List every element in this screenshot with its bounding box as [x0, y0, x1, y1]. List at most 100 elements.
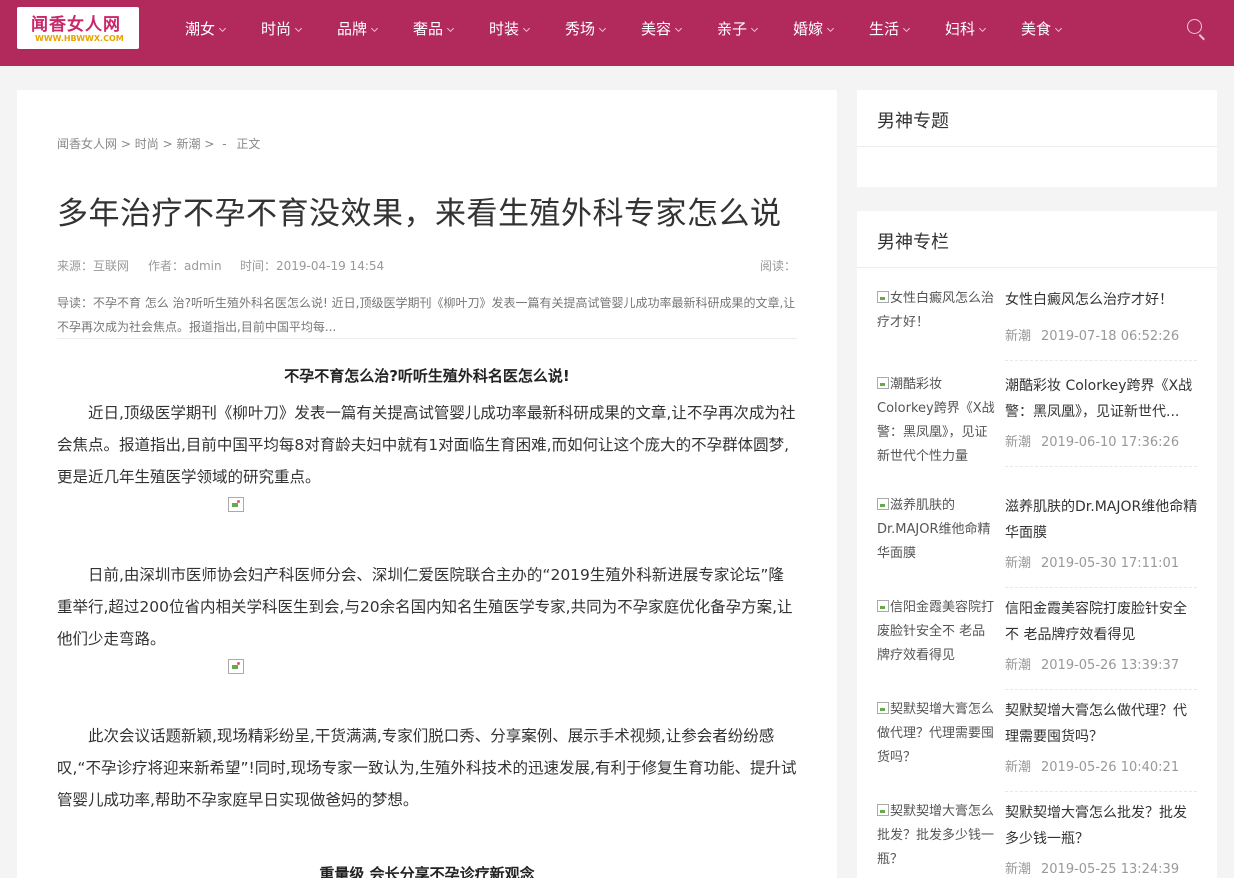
sidebar-article-thumbnail[interactable]: 契默契增大膏怎么批发？批发多少钱一瓶？ [877, 800, 997, 872]
sidebar-article-item[interactable]: 信阳金霞美容院打废脸针安全不 老品牌疗效看得见 信阳金霞美容院打废脸针安全不 老品… [877, 596, 1197, 698]
chevron-down-icon [674, 24, 683, 33]
sidebar-article-meta: 新潮 2019-05-30 17:11:01 [1005, 552, 1179, 571]
chevron-down-icon [446, 24, 455, 33]
breadcrumb-home[interactable]: 闻香女人网 [57, 137, 117, 151]
sidebar-article-item[interactable]: 潮酷彩妆 Colorkey跨界《X战警：黑凤凰》，见证新世代个性力量 潮酷彩妆 C… [877, 373, 1197, 475]
article-views: 阅读： [760, 259, 797, 273]
sidebar-article-title[interactable]: 契默契增大膏怎么批发？批发多少钱一瓶？ [1005, 800, 1200, 852]
sidebar-article-title[interactable]: 潮酷彩妆 Colorkey跨界《X战警：黑凤凰》，见证新世代... [1005, 373, 1200, 425]
breadcrumb-dash: - [222, 137, 227, 151]
broken-image-icon [228, 497, 244, 512]
nav-item[interactable]: 奢品 [413, 18, 455, 40]
nav-item[interactable]: 妇科 [945, 18, 987, 40]
sidebar-article-title[interactable]: 滋养肌肤的Dr.MAJOR维他命精华面膜 [1005, 494, 1200, 546]
sidebar-article-thumbnail[interactable]: 女性白癜风怎么治疗才好！ [877, 287, 997, 335]
broken-image-icon [877, 702, 889, 714]
sidebar-article-thumbnail[interactable]: 契默契增大膏怎么做代理？代理需要囤货吗？ [877, 698, 997, 770]
thumbnail-alt-text: 女性白癜风怎么治疗才好！ [877, 291, 995, 330]
breadcrumb-fashion[interactable]: 时尚 [135, 137, 159, 151]
article-intro: 导读：不孕不育 怎么 治?听听生殖外科名医怎么说! 近日,顶级医学期刊《柳叶刀》… [57, 296, 796, 334]
thumbnail-alt-text: 潮酷彩妆 Colorkey跨界《X战警：黑凤凰》，见证新世代个性力量 [877, 377, 995, 464]
chevron-down-icon [826, 24, 835, 33]
nav-item-label: 时装 [489, 20, 520, 38]
chevron-down-icon [294, 24, 303, 33]
sidebar-article-item[interactable]: 滋养肌肤的Dr.MAJOR维他命精华面膜 滋养肌肤的Dr.MAJOR维他命精华面膜… [877, 494, 1197, 596]
sidebar-article-category: 新潮 [1005, 760, 1032, 775]
article-author: 作者：admin [148, 259, 222, 273]
nav-item[interactable]: 品牌 [337, 18, 379, 40]
logo-text: 闻香女人网 [31, 15, 121, 35]
article-title: 多年治疗不孕不育没效果，来看生殖外科专家怎么说 [57, 196, 782, 232]
item-divider [1005, 360, 1197, 361]
sidebar-article-title[interactable]: 女性白癜风怎么治疗才好！ [1005, 287, 1200, 313]
breadcrumb-trend[interactable]: 新潮 [176, 137, 200, 151]
sidebar-divider [857, 267, 1217, 268]
breadcrumb-sep: > [120, 137, 131, 151]
chevron-down-icon [978, 24, 987, 33]
sidebar-article-time: 2019-07-18 06:52:26 [1041, 329, 1180, 344]
broken-image-icon [877, 804, 889, 816]
nav-item[interactable]: 时尚 [261, 18, 303, 40]
breadcrumb-current: 正文 [236, 137, 261, 151]
site-header: 闻香女人网 WWW.HBWWX.COM 潮女 时尚 品牌 奢品 时装 秀场 美容 亲子 婚嫁 生活… [0, 0, 1234, 66]
sidebar-article-thumbnail[interactable]: 滋养肌肤的Dr.MAJOR维他命精华面膜 [877, 494, 997, 566]
chevron-down-icon [750, 24, 759, 33]
nav-item[interactable]: 美食 [1021, 18, 1063, 40]
sidebar-divider [857, 146, 1217, 147]
nav-item-label: 妇科 [945, 20, 976, 38]
nav-item[interactable]: 时装 [489, 18, 531, 40]
chevron-down-icon [598, 24, 607, 33]
sidebar-article-time: 2019-05-26 13:39:37 [1041, 658, 1180, 673]
sidebar-article-category: 新潮 [1005, 862, 1032, 877]
nav-item-label: 品牌 [337, 20, 368, 38]
nav-item[interactable]: 美容 [641, 18, 683, 40]
item-divider [1005, 689, 1197, 690]
sidebar-topics-title: 男神专题 [877, 111, 949, 132]
broken-image-icon [877, 291, 889, 303]
search-icon[interactable] [1185, 17, 1209, 41]
logo-url: WWW.HBWWX.COM [35, 34, 124, 43]
nav-item-label: 亲子 [717, 20, 748, 38]
sidebar-article-meta: 新潮 2019-07-18 06:52:26 [1005, 325, 1179, 344]
broken-image-icon [877, 498, 889, 510]
nav-item-label: 美食 [1021, 20, 1052, 38]
thumbnail-alt-text: 滋养肌肤的Dr.MAJOR维他命精华面膜 [877, 498, 991, 561]
article-subtitle: 重量级 会长分享不孕诊疗新观念 [319, 865, 535, 878]
chevron-down-icon [218, 24, 227, 33]
sidebar-article-meta: 新潮 2019-05-26 13:39:37 [1005, 654, 1179, 673]
sidebar-article-title[interactable]: 契默契增大膏怎么做代理？代理需要囤货吗？ [1005, 698, 1200, 750]
sidebar-article-meta: 新潮 2019-06-10 17:36:26 [1005, 431, 1179, 450]
thumbnail-alt-text: 信阳金霞美容院打废脸针安全不 老品牌疗效看得见 [877, 600, 995, 663]
sidebar-article-time: 2019-05-30 17:11:01 [1041, 556, 1180, 571]
nav-item-label: 婚嫁 [793, 20, 824, 38]
nav-item[interactable]: 亲子 [717, 18, 759, 40]
broken-image-icon [877, 600, 889, 612]
article-paragraph: 近日,顶级医学期刊《柳叶刀》发表一篇有关提高试管婴儿成功率最新科研成果的文章,让… [57, 404, 796, 486]
sidebar-article-item[interactable]: 契默契增大膏怎么做代理？代理需要囤货吗？ 契默契增大膏怎么做代理？代理需要囤货吗？… [877, 698, 1197, 800]
sidebar-article-category: 新潮 [1005, 435, 1032, 450]
article-paragraph: 此次会议话题新颖,现场精彩纷呈,干货满满,专家们脱口秀、分享案例、展示手术视频,… [57, 727, 797, 809]
article-paragraph: 日前,由深圳市医师协会妇产科医师分会、深圳仁爱医院联合主办的“2019生殖外科新… [57, 566, 793, 648]
sidebar-article-item[interactable]: 契默契增大膏怎么批发？批发多少钱一瓶？ 契默契增大膏怎么批发？批发多少钱一瓶？ 新潮… [877, 800, 1197, 878]
article-time: 时间：2019-04-19 14:54 [240, 259, 385, 273]
item-divider [1005, 587, 1197, 588]
nav-item[interactable]: 婚嫁 [793, 18, 835, 40]
sidebar-article-title[interactable]: 信阳金霞美容院打废脸针安全不 老品牌疗效看得见 [1005, 596, 1200, 648]
broken-image-icon [228, 659, 244, 674]
sidebar-columns-title: 男神专栏 [877, 232, 949, 253]
nav-item[interactable]: 潮女 [185, 18, 227, 40]
item-divider [1005, 791, 1197, 792]
nav-item[interactable]: 秀场 [565, 18, 607, 40]
nav-item[interactable]: 生活 [869, 18, 911, 40]
site-logo[interactable]: 闻香女人网 WWW.HBWWX.COM [17, 7, 139, 49]
nav-item-label: 奢品 [413, 20, 444, 38]
breadcrumb: 闻香女人网 > 时尚 > 新潮 > - 正文 [57, 135, 260, 152]
article-source: 来源：互联网 [57, 259, 130, 273]
thumbnail-alt-text: 契默契增大膏怎么做代理？代理需要囤货吗？ [877, 702, 995, 765]
sidebar-article-thumbnail[interactable]: 信阳金霞美容院打废脸针安全不 老品牌疗效看得见 [877, 596, 997, 668]
sidebar-article-meta: 新潮 2019-05-26 10:40:21 [1005, 756, 1179, 775]
sidebar-article-time: 2019-06-10 17:36:26 [1041, 435, 1180, 450]
sidebar-article-thumbnail[interactable]: 潮酷彩妆 Colorkey跨界《X战警：黑凤凰》，见证新世代个性力量 [877, 373, 997, 469]
nav-item-label: 时尚 [261, 20, 292, 38]
sidebar-topics: 男神专题 [857, 90, 1217, 187]
